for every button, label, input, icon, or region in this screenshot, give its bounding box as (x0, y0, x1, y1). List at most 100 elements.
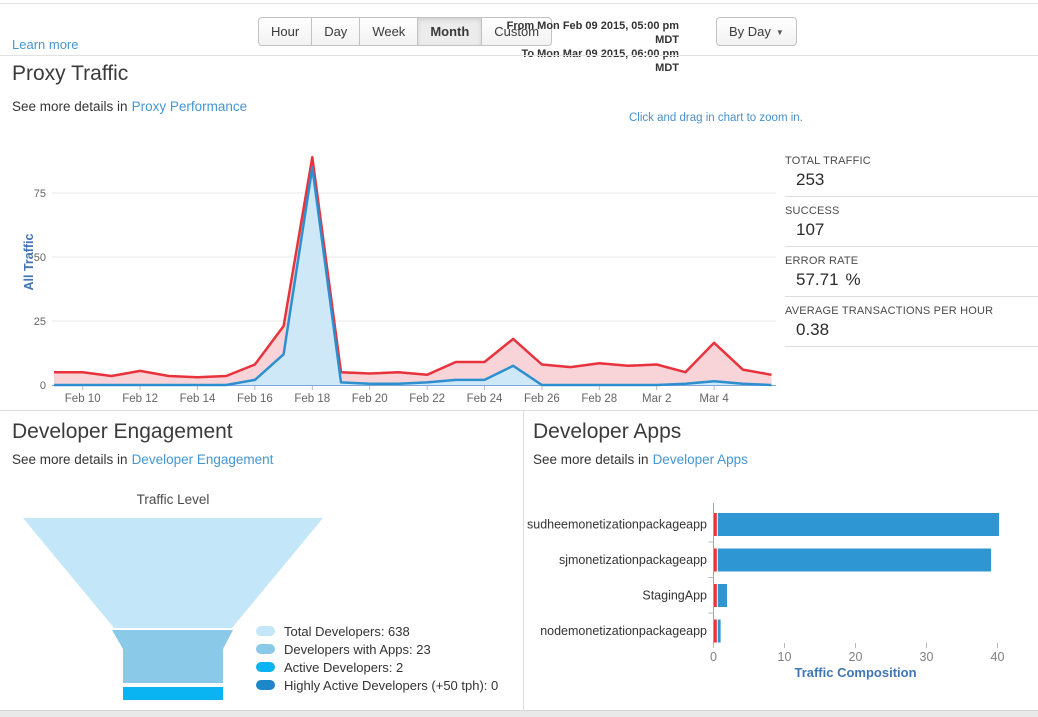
proxy-traffic-subtitle: See more details in Proxy Performance (12, 99, 247, 114)
stat-error-rate: ERROR RATE 57.71% (785, 252, 1038, 297)
y-axis-title: All Traffic (22, 233, 36, 290)
stat-avg-tph: AVERAGE TRANSACTIONS PER HOUR 0.38 (785, 302, 1038, 347)
developer-apps-title: Developer Apps (533, 420, 682, 443)
subtitle-text: See more details in (12, 99, 128, 114)
svg-text:Mar 2: Mar 2 (642, 393, 671, 405)
x-axis-title: Traffic Composition (794, 665, 916, 680)
legend-label: Developers with Apps: 23 (284, 641, 431, 657)
svg-text:0: 0 (40, 380, 46, 392)
interval-dropdown-button[interactable]: By Day ▼ (716, 17, 797, 46)
y-grid (52, 192, 776, 386)
subtitle-text: See more details in (533, 452, 649, 467)
date-to: To Mon Mar 09 2015, 06:00 pm MDT (521, 48, 679, 74)
range-button-day[interactable]: Day (311, 17, 361, 46)
legend-swatch (256, 662, 275, 672)
range-button-week[interactable]: Week (359, 17, 419, 46)
svg-text:Feb 10: Feb 10 (65, 393, 101, 405)
bar-error-segment (714, 584, 717, 607)
legend-swatch (256, 644, 275, 654)
legend-label: Highly Active Developers (+50 tph): 0 (284, 677, 499, 693)
chevron-down-icon: ▼ (775, 28, 784, 37)
legend-swatch (256, 626, 275, 636)
bar-error-segment (714, 513, 717, 536)
y-axis: 0255075All Traffic (22, 188, 46, 392)
funnel-title: Traffic Level (137, 492, 210, 507)
stat-value: 0.38 (796, 320, 830, 339)
svg-text:75: 75 (34, 188, 46, 200)
date-from: From Mon Feb 09 2015, 05:00 pm MDT (506, 20, 679, 46)
proxy-stats-panel: TOTAL TRAFFIC 253 SUCCESS 107 ERROR RATE… (785, 152, 1038, 352)
funnel-legend-item: Developers with Apps: 23 (256, 640, 498, 658)
svg-text:Mar 4: Mar 4 (699, 393, 729, 405)
stat-unit: % (845, 270, 861, 289)
bottom-strip (0, 710, 1038, 717)
stat-label: AVERAGE TRANSACTIONS PER HOUR (785, 305, 994, 317)
bar-error-segment (714, 619, 717, 643)
success-area (54, 167, 772, 385)
svg-text:Feb 26: Feb 26 (524, 393, 560, 405)
learn-more-link[interactable]: Learn more (12, 37, 78, 52)
funnel-legend: Total Developers: 638 Developers with App… (256, 622, 498, 694)
funnel-stage-developers-with-apps (112, 630, 233, 683)
developer-apps-chart: sudheemonetizationpackageapp sjmonetizati… (527, 503, 1005, 680)
bar-success-segment (717, 584, 727, 607)
stat-label: SUCCESS (785, 205, 840, 217)
range-button-hour[interactable]: Hour (258, 17, 313, 46)
svg-text:Feb 16: Feb 16 (237, 393, 273, 405)
developer-apps-subtitle: See more details in Developer Apps (533, 452, 748, 467)
funnel-legend-item: Active Developers: 2 (256, 658, 498, 676)
subtitle-text: See more details in (12, 452, 128, 467)
stat-value: 57.71 (796, 270, 839, 289)
stat-total-traffic: TOTAL TRAFFIC 253 (785, 152, 1038, 197)
x-axis: Feb 10 Feb 12 Feb 14 Feb 16 Feb 18 Feb 20 Feb … (65, 386, 729, 405)
success-line (54, 166, 772, 387)
bar-category-label: nodemonetizationpackageapp (540, 624, 707, 638)
funnel-stage-total-developers (23, 518, 323, 628)
svg-text:Feb 28: Feb 28 (581, 393, 617, 405)
svg-text:Feb 22: Feb 22 (409, 393, 445, 405)
funnel-legend-item: Highly Active Developers (+50 tph): 0 (256, 676, 498, 694)
bar-success-segment (717, 619, 721, 643)
stat-label: ERROR RATE (785, 255, 859, 267)
svg-text:20: 20 (849, 650, 863, 664)
developer-engagement-subtitle: See more details in Developer Engagement (12, 452, 273, 467)
stat-label: TOTAL TRAFFIC (785, 155, 871, 167)
section-divider (0, 410, 1038, 411)
proxy-traffic-title: Proxy Traffic (12, 62, 129, 85)
svg-text:10: 10 (778, 650, 792, 664)
svg-text:Feb 12: Feb 12 (122, 393, 158, 405)
svg-text:40: 40 (991, 650, 1005, 664)
svg-text:Feb 20: Feb 20 (352, 393, 388, 405)
proxy-performance-link[interactable]: Proxy Performance (132, 99, 248, 114)
bar-error-segment (714, 548, 717, 572)
header-divider (0, 55, 1038, 56)
svg-text:Feb 24: Feb 24 (467, 393, 503, 405)
top-divider (0, 3, 1038, 4)
bar-success-segment (717, 513, 999, 536)
svg-text:0: 0 (710, 650, 717, 664)
legend-label: Total Developers: 638 (284, 623, 410, 639)
analytics-dashboard: Learn more Hour Day Week Month Custom Fr… (0, 0, 1038, 717)
funnel-stage-active-developers (123, 687, 223, 700)
total-traffic-area (54, 157, 772, 385)
bar-category-label: sjmonetizationpackageapp (559, 553, 707, 567)
svg-text:25: 25 (34, 316, 46, 328)
funnel-legend-item: Total Developers: 638 (256, 622, 498, 640)
svg-text:Feb 18: Feb 18 (294, 393, 330, 405)
bar-category-label: sudheemonetizationpackageapp (527, 518, 707, 532)
svg-text:Feb 14: Feb 14 (180, 393, 216, 405)
zoom-hint: Click and drag in chart to zoom in. (629, 112, 803, 124)
series (54, 155, 772, 387)
stat-value: 107 (796, 220, 825, 239)
proxy-traffic-chart[interactable]: 0255075All TrafficFeb 10 Feb 12 Feb 14 Feb … (0, 140, 780, 408)
legend-label: Active Developers: 2 (284, 659, 404, 675)
range-button-month[interactable]: Month (417, 17, 483, 46)
svg-text:30: 30 (920, 650, 934, 664)
stat-success: SUCCESS 107 (785, 202, 1038, 247)
total-traffic-line (54, 155, 772, 379)
interval-label: By Day (729, 24, 771, 39)
date-range: From Mon Feb 09 2015, 05:00 pm MDT To Mo… (499, 19, 679, 75)
bar-success-segment (717, 548, 992, 572)
developer-engagement-link[interactable]: Developer Engagement (132, 452, 274, 467)
developer-apps-link[interactable]: Developer Apps (653, 452, 748, 467)
